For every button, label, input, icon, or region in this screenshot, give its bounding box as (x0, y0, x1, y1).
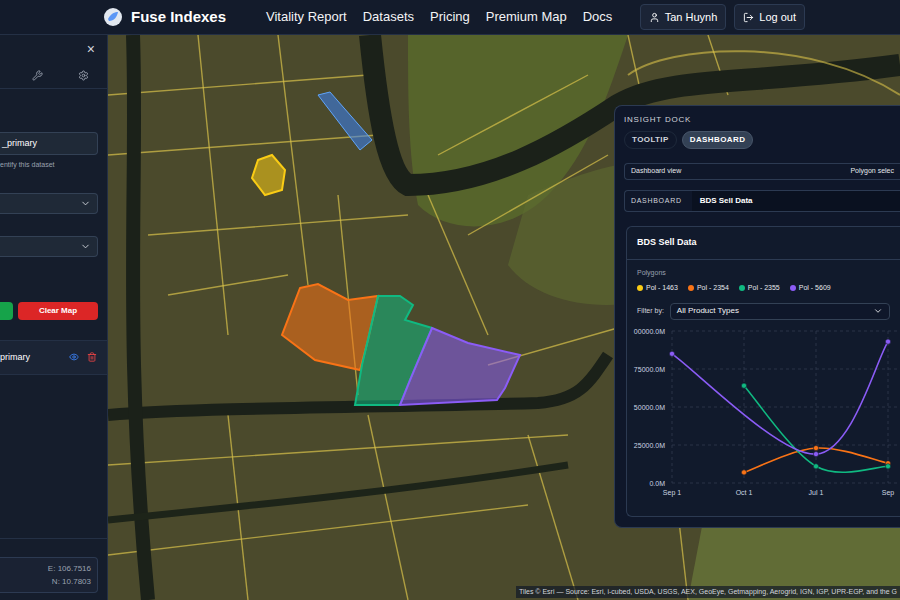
chart-point[interactable] (885, 339, 890, 344)
map-area[interactable] (318, 92, 372, 150)
svg-text:0.0M: 0.0M (649, 479, 665, 486)
nav-links: Vitality Report Datasets Pricing Premium Ma… (266, 7, 612, 27)
logo-icon (103, 7, 123, 27)
nav-link[interactable]: Datasets (363, 7, 414, 27)
user-button[interactable]: Tan Huynh (640, 4, 727, 31)
y-tick: 00000.0M (634, 327, 900, 334)
body: × _primaryentify this dataset Clear Map pri… (0, 35, 900, 600)
chart-point[interactable] (669, 351, 674, 356)
user-actions: Tan Huynh Log out (640, 4, 805, 31)
x-tick: Sep (882, 331, 895, 497)
logout-button[interactable]: Log out (734, 4, 805, 31)
x-tick: Oct 1 (736, 331, 753, 496)
chart-point[interactable] (741, 469, 746, 474)
svg-text:25000.0M: 25000.0M (634, 441, 665, 448)
legend-dot (790, 285, 796, 291)
layer-row[interactable]: primary (0, 340, 107, 376)
sidebar-footer: E: 106.7516N: 10.7803 (0, 538, 107, 600)
map-polygon[interactable] (400, 328, 520, 405)
dashboard-row: DASHBOARDBDS Sell Data (624, 190, 900, 212)
nav-link[interactable]: Vitality Report (266, 7, 347, 27)
close-button[interactable]: × (87, 42, 95, 56)
chart-series (669, 339, 890, 457)
dashboard-select[interactable]: BDS Sell Data (692, 191, 900, 211)
nav-link[interactable]: Pricing (430, 7, 470, 27)
filter-select[interactable]: All Product Types (670, 303, 890, 320)
chart-series (741, 383, 890, 472)
user-icon (649, 12, 660, 23)
legend-dot (688, 285, 694, 291)
clear-map-button[interactable]: Clear Map (18, 302, 98, 320)
apply-button[interactable] (0, 302, 13, 320)
gear-icon[interactable] (78, 70, 89, 81)
sidebar: × _primaryentify this dataset Clear Map pri… (0, 35, 108, 600)
legend-item[interactable]: Pol - 1463 (637, 283, 678, 294)
chevron-down-icon (80, 241, 91, 252)
top-nav: Fuse Indexes Vitality Report Datasets Prici… (0, 0, 900, 35)
x-tick: Sep 1 (663, 331, 681, 497)
svg-text:Jul 1: Jul 1 (809, 489, 824, 496)
map[interactable]: INSIGHT DOCK TOOLTIP DASHBOARD Dashboard vi… (108, 35, 900, 600)
map-attribution: Tiles © Esri — Source: Esri, i-cubed, US… (516, 586, 900, 599)
legend-item[interactable]: Pol - 2354 (688, 283, 729, 294)
y-tick: 0.0M (649, 479, 900, 486)
legend-item[interactable]: Pol - 5609 (790, 283, 831, 294)
svg-text:75000.0M: 75000.0M (634, 365, 665, 372)
view-row: Dashboard viewPolygon selec (624, 163, 900, 180)
logo-text: Fuse Indexes (131, 6, 226, 29)
trash-icon[interactable] (87, 352, 97, 362)
polygons-label: Polygons (627, 268, 900, 279)
chart-point[interactable] (813, 445, 818, 450)
chart-legend: Pol - 1463 Pol - 2354 Pol - 2355 Pol - 5609 (627, 283, 900, 294)
field-hint: entify this dataset (0, 160, 107, 171)
eye-icon[interactable] (69, 352, 79, 362)
svg-text:Sep: Sep (882, 489, 895, 497)
insight-dock: INSIGHT DOCK TOOLTIP DASHBOARD Dashboard vi… (614, 105, 900, 528)
select-field[interactable] (0, 193, 98, 214)
dashboard-card: BDS Sell Data Polygons Pol - 1463 Pol - 235… (626, 226, 900, 517)
map-polygon[interactable] (252, 155, 285, 195)
coordinates-box: E: 106.7516N: 10.7803 (0, 557, 98, 593)
chart-point[interactable] (885, 463, 890, 468)
latitude: N: 10.7803 (0, 575, 91, 588)
nav-link[interactable]: Docs (583, 7, 613, 27)
dock-title: INSIGHT DOCK (624, 114, 900, 126)
sell-chart: 00000.0M 75000.0M 50000.0M 25000.0M 0.0M Sep … (627, 323, 900, 501)
card-title: BDS Sell Data (627, 227, 900, 260)
chart-series (741, 445, 890, 475)
logout-icon (743, 12, 754, 23)
sidebar-header: × (0, 35, 107, 63)
sidebar-toolbar (0, 63, 107, 89)
svg-text:50000.0M: 50000.0M (634, 403, 665, 410)
svg-text:Oct 1: Oct 1 (736, 489, 753, 496)
chevron-down-icon (80, 198, 91, 209)
y-tick: 25000.0M (634, 441, 900, 448)
legend-item[interactable]: Pol - 2355 (739, 283, 780, 294)
x-tick: Jul 1 (809, 331, 824, 496)
chart-point[interactable] (813, 463, 818, 468)
svg-text:Sep 1: Sep 1 (663, 489, 681, 497)
polygon-select[interactable]: Polygon selec (850, 166, 894, 177)
filter-row: Filter by:All Product Types (627, 303, 900, 320)
y-tick: 75000.0M (634, 365, 900, 372)
chevron-down-icon (873, 306, 883, 316)
dock-tab[interactable]: TOOLTIP (624, 131, 677, 149)
dock-tab[interactable]: DASHBOARD (682, 131, 754, 149)
wrench-icon[interactable] (32, 70, 43, 81)
longitude: E: 106.7516 (0, 562, 91, 575)
legend-dot (637, 285, 643, 291)
dock-tabs: TOOLTIP DASHBOARD (624, 131, 900, 149)
svg-text:00000.0M: 00000.0M (634, 327, 665, 334)
chart-point[interactable] (813, 451, 818, 456)
nav-link[interactable]: Premium Map (486, 7, 567, 27)
chart-point[interactable] (741, 383, 746, 388)
layer-list: primary (0, 340, 107, 376)
action-buttons: Clear Map (0, 302, 98, 320)
select-field[interactable] (0, 236, 98, 257)
dataset-name-field[interactable]: _primary (0, 132, 98, 155)
legend-dot (739, 285, 745, 291)
logo[interactable]: Fuse Indexes (103, 6, 226, 29)
app: Fuse Indexes Vitality Report Datasets Prici… (0, 0, 900, 600)
